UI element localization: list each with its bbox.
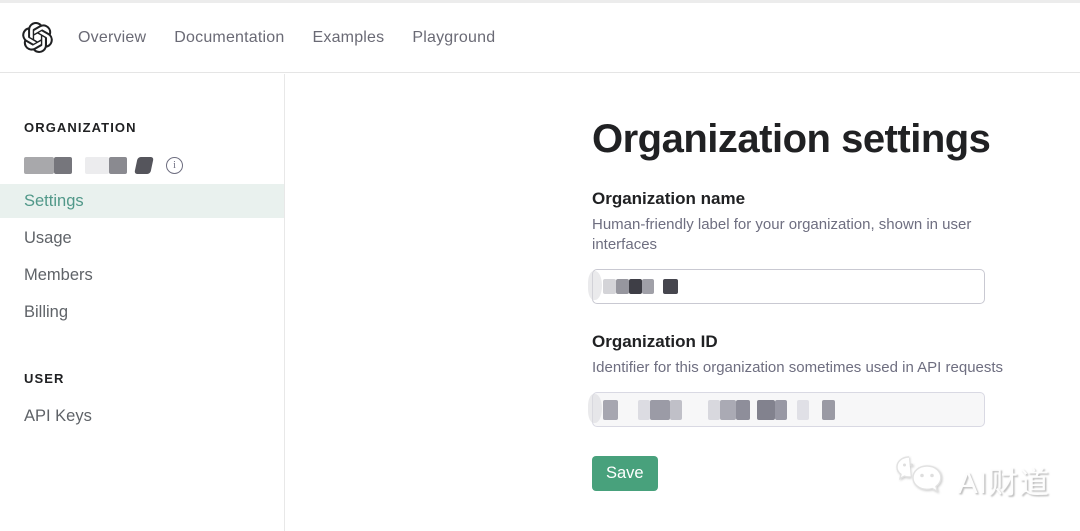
organization-id-description: Identifier for this organization sometim… [592,358,1022,378]
organization-name-label: Organization name [592,189,1022,209]
organization-name-row: i [0,155,284,175]
sidebar-section-organization: ORGANIZATION [0,120,284,135]
redaction-blob [588,394,602,423]
nav-links: Overview Documentation Examples Playgrou… [78,29,495,47]
top-navbar: Overview Documentation Examples Playgrou… [0,3,1080,73]
sidebar-item-settings[interactable]: Settings [0,184,284,218]
info-icon[interactable]: i [166,157,183,174]
sidebar-section-user: USER [0,371,284,386]
sidebar-item-members[interactable]: Members [0,257,284,294]
nav-item-examples[interactable]: Examples [313,29,385,47]
redacted-organization-id-value [603,400,835,420]
page-title: Organization settings [592,117,1022,161]
redacted-organization-name-value [603,279,678,294]
save-button[interactable]: Save [592,456,658,491]
organization-name-input[interactable] [592,269,985,304]
sidebar-item-usage[interactable]: Usage [0,220,284,257]
openai-logo-icon[interactable] [22,22,53,53]
nav-item-overview[interactable]: Overview [78,29,146,47]
main-content: Organization settings Organization name … [592,74,1022,491]
sidebar: ORGANIZATION i Settings Usage Members Bi… [0,74,285,531]
sidebar-item-api-keys[interactable]: API Keys [0,398,284,435]
redaction-blob [588,271,602,300]
organization-name-description: Human-friendly label for your organizati… [592,215,1022,255]
organization-id-input[interactable] [592,392,985,427]
organization-id-label: Organization ID [592,332,1022,352]
redacted-organization-name [24,156,152,175]
nav-item-playground[interactable]: Playground [412,29,495,47]
sidebar-item-billing[interactable]: Billing [0,294,284,331]
nav-item-documentation[interactable]: Documentation [174,29,284,47]
